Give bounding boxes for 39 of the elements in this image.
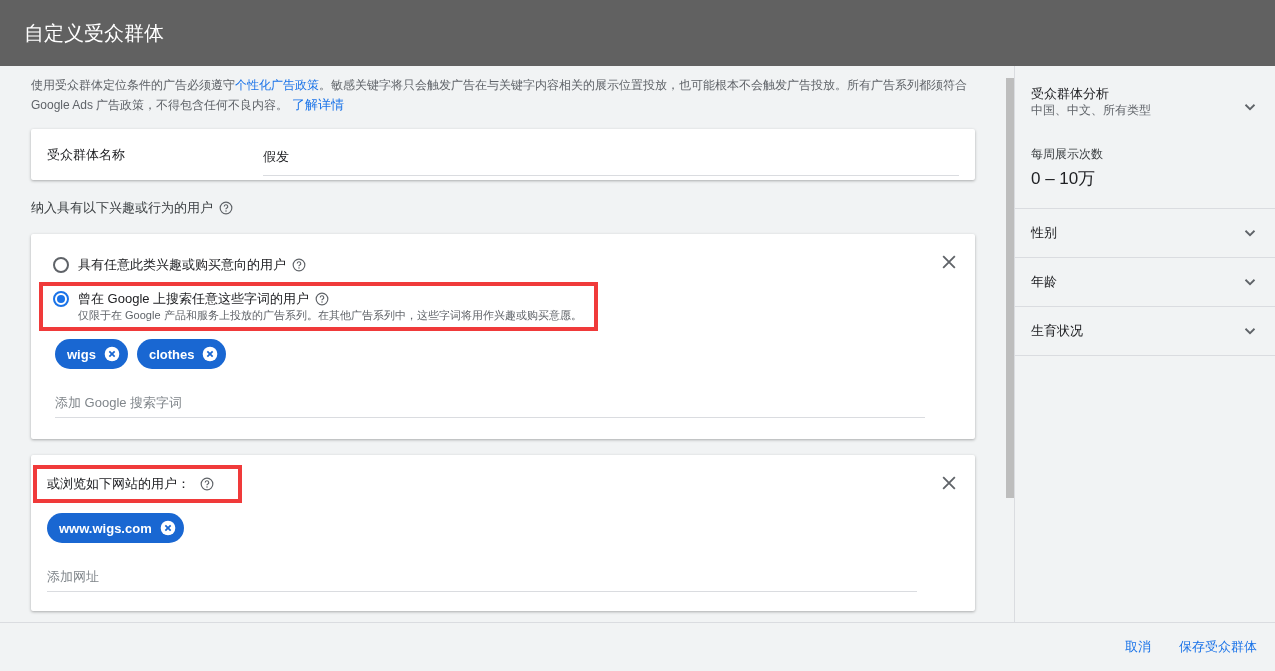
remove-icon[interactable]: [202, 346, 219, 362]
remove-icon[interactable]: [103, 346, 120, 362]
radio-button[interactable]: [53, 291, 69, 307]
website-label: 或浏览如下网站的用户：: [47, 475, 190, 493]
cancel-button[interactable]: 取消: [1113, 630, 1163, 664]
sidebar-item-title: 生育状况: [1031, 323, 1083, 339]
scrollbar[interactable]: [1006, 78, 1014, 498]
add-input-field[interactable]: 添加网址: [47, 561, 917, 592]
remove-icon[interactable]: [159, 520, 176, 536]
policy-link[interactable]: 个性化广告政策: [235, 78, 319, 92]
sidebar-item-title: 性别: [1031, 225, 1057, 241]
sidebar-item[interactable]: 受众群体分析 中国、中文、所有类型: [1015, 66, 1275, 134]
learn-more-link[interactable]: 了解详情: [291, 97, 344, 112]
sidebar-item-subtitle: 中国、中文、所有类型: [1031, 102, 1151, 118]
sidebar-item[interactable]: 生育状况: [1015, 307, 1275, 356]
sidebar-item-title: 年龄: [1031, 274, 1057, 290]
help-icon[interactable]: [292, 258, 306, 272]
notice-text: 使用受众群体定位条件的广告必须遵守个性化广告政策。敏感关键字将只会触发广告在与关键字内容相关的展示位置投放，也可能根本不会触发广告投放。所有广告系列都须符合 Google Ads 广告政策，不得包含任何不良内容。 了解详情: [31, 77, 968, 114]
stat-label: 每周展示次数: [1031, 146, 1104, 163]
section-label: 纳入具有以下兴趣或行为的用户: [31, 199, 213, 217]
sidebar-item[interactable]: 年龄: [1015, 258, 1275, 307]
window-title: 自定义受众群体: [24, 20, 164, 46]
sidebar-item[interactable]: 性别: [1015, 209, 1275, 258]
radio-button[interactable]: [53, 257, 69, 273]
option-label: 曾在 Google 上搜索任意这些字词的用户: [78, 290, 310, 308]
name-input-field[interactable]: 假发: [263, 139, 959, 176]
stat-value: 0 – 10万: [1031, 168, 1097, 190]
keyword-chip[interactable]: clothes: [136, 339, 227, 369]
help-icon[interactable]: [315, 292, 330, 306]
save-button[interactable]: 保存受众群体: [1167, 630, 1269, 664]
add-input-field[interactable]: 添加 Google 搜索字词: [55, 387, 925, 418]
help-icon[interactable]: [219, 201, 233, 215]
option-label: 具有任意此类兴趣或购买意向的用户: [78, 256, 286, 274]
field-label: 受众群体名称: [47, 145, 126, 164]
option-hint: 仅限于在 Google 产品和服务上投放的广告系列。在其他广告系列中，这些字词将用作兴趣或购买意愿。: [78, 308, 582, 323]
keyword-chip[interactable]: wigs: [55, 339, 128, 369]
sidebar-item-title: 受众群体分析: [1031, 86, 1110, 102]
help-icon[interactable]: [200, 477, 214, 491]
keyword-chip[interactable]: www.wigs.com: [47, 513, 184, 543]
